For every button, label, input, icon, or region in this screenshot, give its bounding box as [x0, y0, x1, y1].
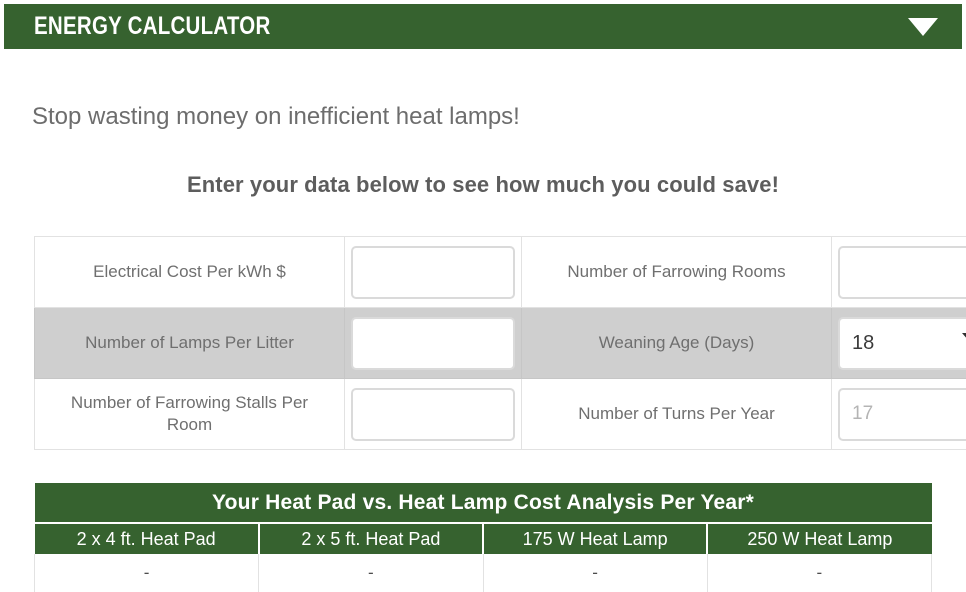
widget-title: Energy Calculator [34, 12, 271, 41]
weaning-age-selected-value: 18 [852, 332, 874, 355]
energy-input-form: Electrical Cost Per kWh $ Number of Farr… [34, 236, 966, 450]
label-electrical-cost: Electrical Cost Per kWh $ [35, 237, 345, 308]
label-farrowing-stalls: Number of Farrowing Stalls Per Room [35, 379, 345, 450]
table-row: - - - - [35, 554, 932, 592]
form-row-farrowing-stalls: Number of Farrowing Stalls Per Room Numb… [35, 379, 966, 450]
results-title-row: Your Heat Pad vs. Heat Lamp Cost Analysi… [35, 483, 932, 523]
results-column-header: 2 x 4 ft. Heat Pad [35, 523, 259, 554]
label-weaning-age: Weaning Age (Days) [522, 308, 832, 379]
weaning-age-select[interactable]: 18 [838, 317, 966, 370]
widget-header[interactable]: Energy Calculator [4, 4, 962, 49]
form-row-lamps-per-litter: Number of Lamps Per Litter Weaning Age (… [35, 308, 966, 379]
chevron-down-icon[interactable] [906, 10, 940, 44]
farrowing-rooms-input[interactable] [838, 246, 966, 299]
lamps-per-litter-input[interactable] [351, 317, 515, 370]
intro-subheading: Enter your data below to see how much yo… [0, 172, 966, 198]
field-cell-turns-per-year [832, 379, 966, 450]
field-cell-farrowing-stalls [345, 379, 522, 450]
results-value-cell: - [259, 554, 483, 592]
intro-lead-text: Stop wasting money on inefficient heat l… [32, 103, 520, 131]
turns-per-year-input[interactable] [838, 388, 966, 441]
results-value-cell: - [483, 554, 707, 592]
farrowing-stalls-input[interactable] [351, 388, 515, 441]
results-column-header: 250 W Heat Lamp [707, 523, 931, 554]
field-cell-lamps-per-litter [345, 308, 522, 379]
results-title: Your Heat Pad vs. Heat Lamp Cost Analysi… [35, 483, 932, 523]
cost-analysis-table: Your Heat Pad vs. Heat Lamp Cost Analysi… [34, 483, 932, 592]
field-cell-farrowing-rooms [832, 237, 966, 308]
label-farrowing-rooms: Number of Farrowing Rooms [522, 237, 832, 308]
label-turns-per-year: Number of Turns Per Year [522, 379, 832, 450]
results-value-cell: - [35, 554, 259, 592]
results-value-cell: - [707, 554, 931, 592]
field-cell-electrical-cost [345, 237, 522, 308]
results-header-row: 2 x 4 ft. Heat Pad 2 x 5 ft. Heat Pad 17… [35, 523, 932, 554]
form-row-electrical-cost: Electrical Cost Per kWh $ Number of Farr… [35, 237, 966, 308]
label-lamps-per-litter: Number of Lamps Per Litter [35, 308, 345, 379]
results-column-header: 2 x 5 ft. Heat Pad [259, 523, 483, 554]
weaning-age-select-wrapper: 18 [838, 317, 966, 370]
field-cell-weaning-age: 18 [832, 308, 966, 379]
electrical-cost-input[interactable] [351, 246, 515, 299]
results-column-header: 175 W Heat Lamp [483, 523, 707, 554]
